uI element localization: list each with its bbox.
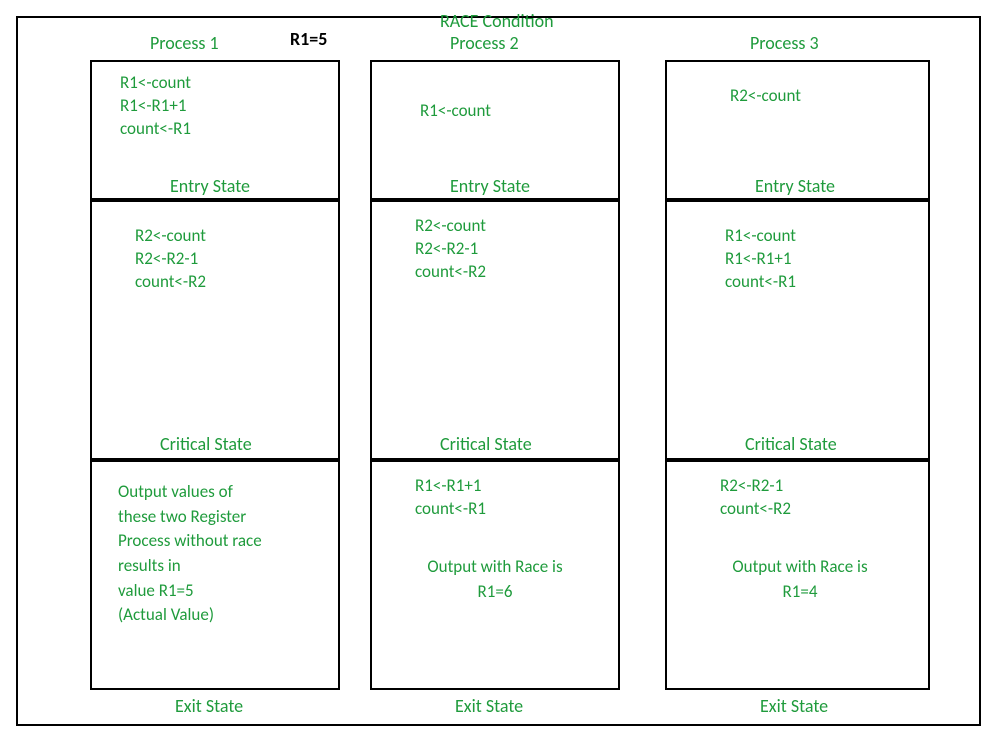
p2-critical-box (370, 200, 620, 460)
register-note: R1=5 (290, 28, 327, 50)
p2-critical-label: Critical State (440, 433, 532, 455)
p1-critical-label: Critical State (160, 433, 252, 455)
p1-critical-box (90, 200, 340, 460)
p1-entry-label: Entry State (170, 175, 250, 197)
diagram-title: RACE Condition (440, 10, 554, 32)
p3-exit-label: Exit State (760, 695, 828, 717)
process-header-1: Process 1 (150, 32, 219, 54)
p3-exit-output: Output with Race is R1=4 (695, 555, 905, 604)
p1-exit-label: Exit State (175, 695, 243, 717)
p2-exit-output: Output with Race is R1=6 (395, 555, 595, 604)
p2-exit-code: R1<-R1+1 count<-R1 (415, 475, 486, 521)
process-header-2: Process 2 (450, 32, 519, 54)
p3-exit-code: R2<-R2-1 count<-R2 (720, 475, 791, 521)
p2-exit-label: Exit State (455, 695, 523, 717)
p2-entry-label: Entry State (450, 175, 530, 197)
p3-critical-code: R1<-count R1<-R1+1 count<-R1 (725, 225, 796, 294)
p3-entry-label: Entry State (755, 175, 835, 197)
p2-critical-code: R2<-count R2<-R2-1 count<-R2 (415, 215, 486, 284)
p3-entry-code: R2<-count (730, 85, 801, 108)
p1-critical-code: R2<-count R2<-R2-1 count<-R2 (135, 225, 206, 294)
process-header-3: Process 3 (750, 32, 819, 54)
p3-critical-label: Critical State (745, 433, 837, 455)
p1-entry-code: R1<-count R1<-R1+1 count<-R1 (120, 72, 191, 141)
p2-entry-code: R1<-count (420, 100, 491, 123)
p1-exit-output: Output values of these two Register Proc… (118, 480, 328, 628)
p3-critical-box (665, 200, 930, 460)
